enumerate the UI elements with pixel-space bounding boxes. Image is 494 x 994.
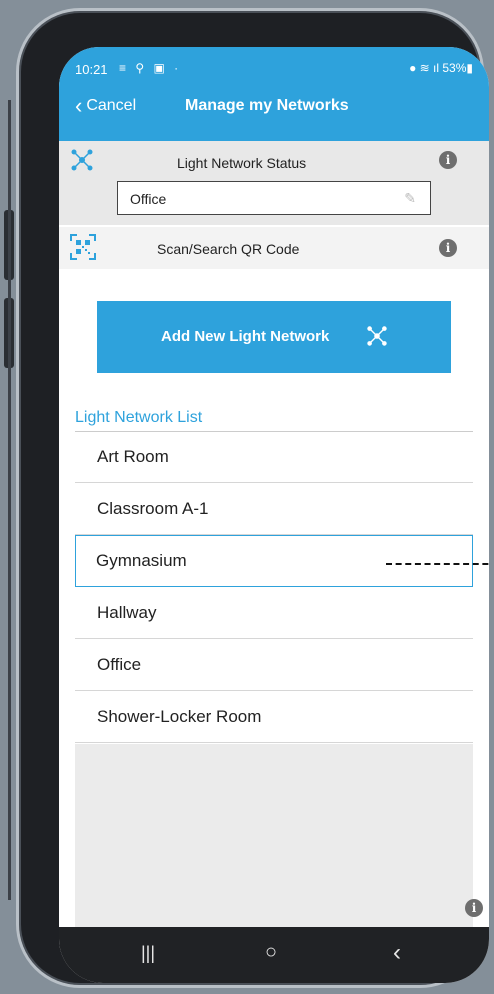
nav-bar: ‹ Cancel Manage my Networks — [59, 87, 489, 127]
list-item-selected[interactable]: Gymnasium — [75, 535, 489, 587]
status-bar: 10:21 ≡ ⚲ ▣ · ● ≋ ıl 53%▮ — [59, 57, 489, 79]
current-network-field[interactable]: Office ✎ — [117, 181, 431, 215]
list-item-label: Shower-Locker Room — [97, 707, 262, 726]
phone-frame: 10:21 ≡ ⚲ ▣ · ● ≋ ıl 53%▮ ‹ Cancel Manag… — [16, 8, 489, 988]
list-item[interactable]: Office — [75, 639, 473, 691]
network-list-header: Light Network List — [75, 409, 203, 426]
network-status-section: Light Network Status i Office ✎ Scan/Sea… — [59, 141, 489, 319]
cancel-button[interactable]: ‹ Cancel — [75, 93, 137, 118]
network-status-label: Light Network Status — [177, 155, 307, 171]
network-nodes-icon — [71, 149, 93, 171]
list-item[interactable]: Art Room — [75, 431, 473, 483]
list-item[interactable]: Hallway — [75, 587, 473, 639]
phone-screen: 10:21 ≡ ⚲ ▣ · ● ≋ ıl 53%▮ ‹ Cancel Manag… — [59, 47, 489, 983]
network-nodes-icon — [367, 326, 387, 346]
pencil-icon[interactable]: ✎ — [404, 190, 416, 207]
list-item-label: Hallway — [97, 603, 157, 622]
list-item[interactable]: Shower-Locker Room — [75, 691, 473, 743]
cancel-label: Cancel — [86, 97, 137, 114]
qr-code-row[interactable]: Scan/Search QR Code i — [59, 227, 489, 269]
add-network-button[interactable]: Add New Light Network — [97, 301, 451, 373]
status-time: 10:21 — [75, 62, 108, 77]
recents-button[interactable]: ||| — [141, 943, 155, 964]
system-nav-bar: ||| ○ ‹ — [59, 927, 489, 983]
list-item[interactable]: Classroom A-1 — [75, 483, 473, 535]
qr-code-icon — [70, 234, 96, 260]
qr-code-label: Scan/Search QR Code — [157, 241, 300, 257]
list-item-label: Art Room — [97, 447, 169, 466]
current-network-value: Office — [130, 191, 167, 207]
frame-edge-left — [8, 100, 11, 900]
page-title: Manage my Networks — [185, 97, 349, 114]
list-empty-area — [75, 744, 473, 956]
home-button[interactable]: ○ — [265, 941, 277, 964]
list-item-label: Office — [97, 655, 142, 674]
chevron-left-icon: ‹ — [75, 93, 83, 118]
list-item-label: Classroom A-1 — [97, 499, 209, 518]
app-header: 10:21 ≡ ⚲ ▣ · ● ≋ ıl 53%▮ ‹ Cancel Manag… — [59, 47, 489, 141]
back-button[interactable]: ‹ — [393, 939, 401, 967]
info-icon[interactable]: i — [439, 239, 457, 257]
network-list: Art Room Classroom A-1 Gymnasium Hallway… — [75, 431, 489, 743]
info-icon[interactable]: i — [465, 899, 483, 917]
status-icons: ● ≋ ıl 53%▮ — [409, 61, 473, 75]
callout-dashed-line — [386, 563, 489, 565]
notification-icons: ≡ ⚲ ▣ · — [119, 61, 182, 75]
add-network-label: Add New Light Network — [161, 328, 330, 345]
info-icon[interactable]: i — [439, 151, 457, 169]
list-item-label: Gymnasium — [96, 551, 187, 570]
